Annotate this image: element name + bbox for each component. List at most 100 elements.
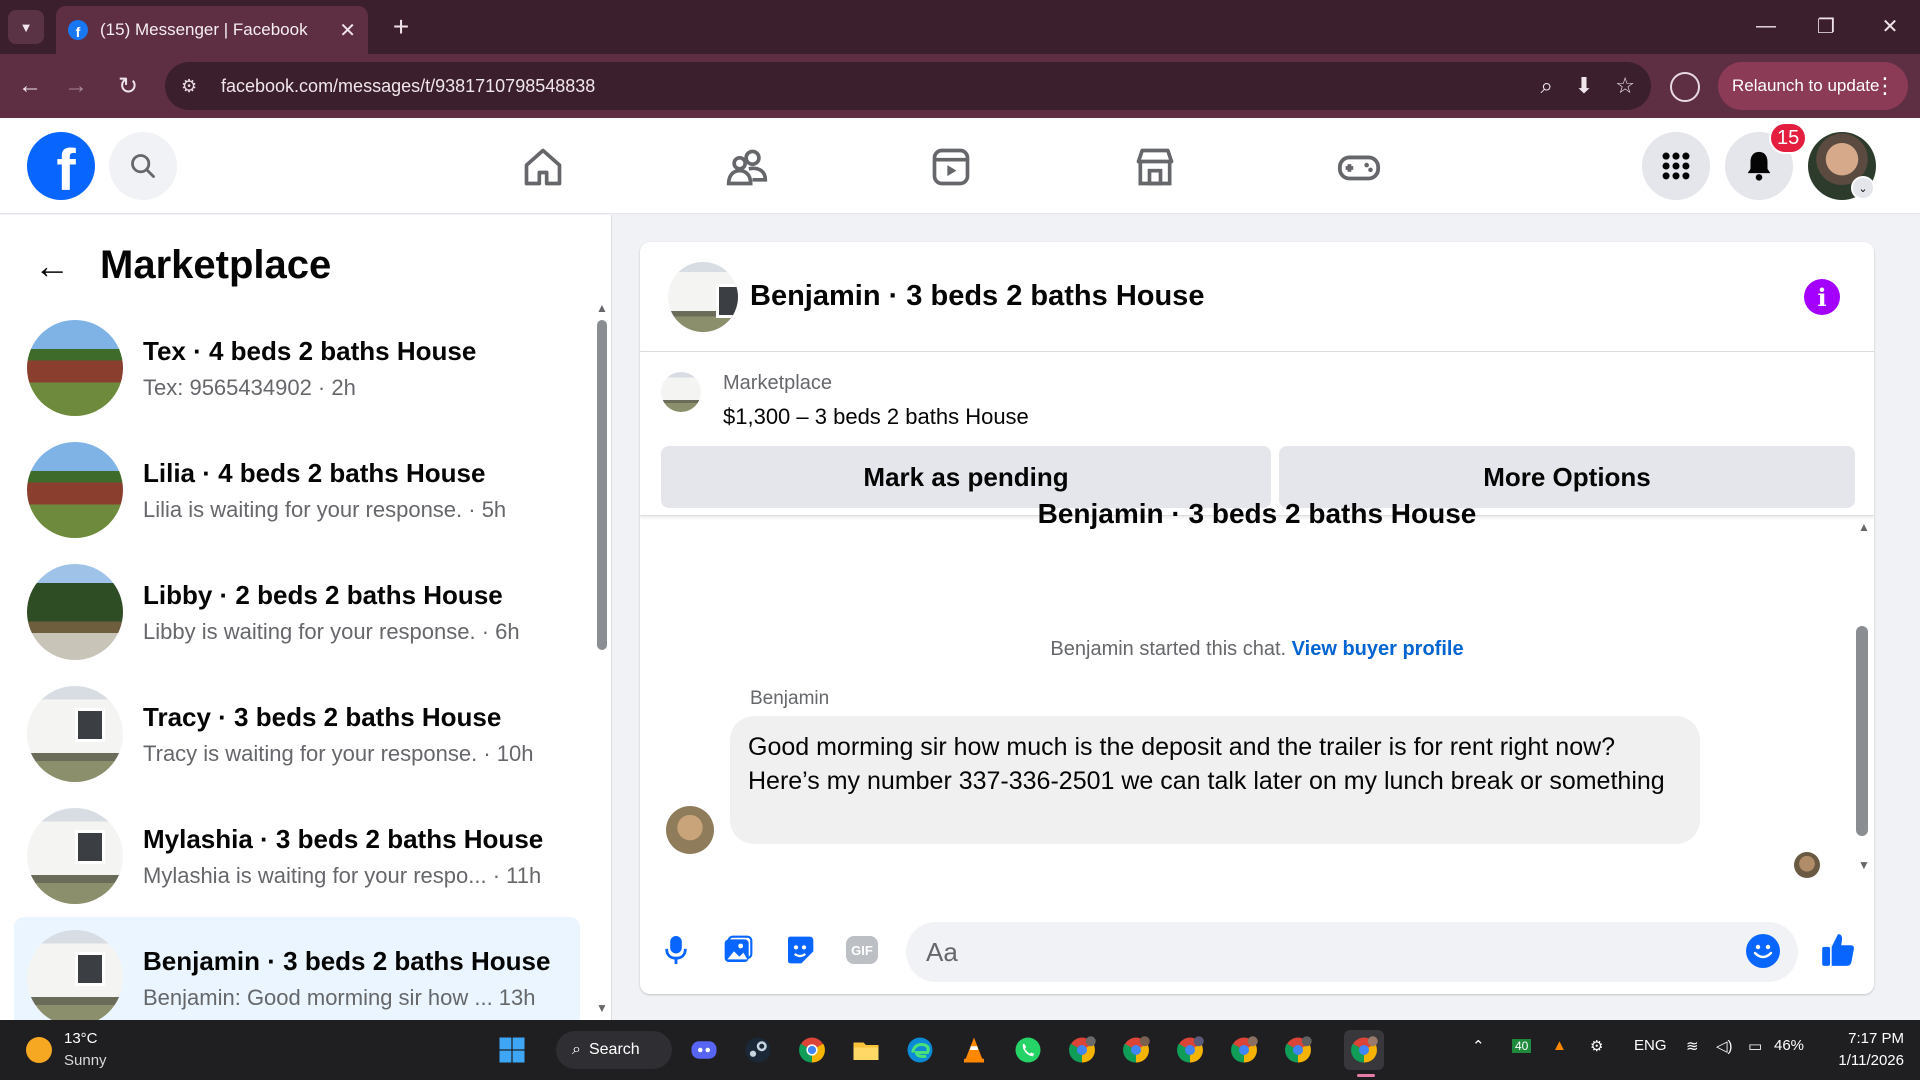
friends-nav-icon[interactable] — [720, 140, 774, 194]
chrome-profile-5-icon[interactable] — [1278, 1030, 1318, 1070]
listing-thumbnail — [27, 808, 123, 904]
browser-menu-icon[interactable]: ⋮ — [1874, 73, 1896, 99]
listing-thumbnail[interactable] — [661, 372, 701, 412]
panel-title: Marketplace — [100, 243, 332, 287]
steam-icon[interactable] — [738, 1030, 778, 1070]
tab-search-dropdown-icon[interactable]: ▼ — [8, 10, 44, 44]
reload-icon[interactable]: ↻ — [110, 68, 146, 104]
conversation-item[interactable]: Mylashia · 3 beds 2 baths House Mylashia… — [14, 795, 580, 917]
home-nav-icon[interactable] — [516, 140, 570, 194]
conversation-item[interactable]: Tex · 4 beds 2 baths House Tex: 95654349… — [14, 307, 580, 429]
conversation-preview: Lilia is waiting for your response. · 5h — [143, 496, 507, 522]
discord-icon[interactable] — [684, 1030, 724, 1070]
battery-icon[interactable]: ▭ — [1748, 1037, 1762, 1055]
restore-icon[interactable]: ❐ — [1796, 8, 1856, 44]
browser-tab-messenger[interactable]: f (15) Messenger | Facebook ✕ — [56, 6, 368, 54]
facebook-logo-icon[interactable]: f — [27, 132, 95, 200]
listing-price[interactable]: $1,300 – 3 beds 2 baths House — [723, 404, 1029, 430]
minimize-icon[interactable]: — — [1736, 8, 1796, 44]
conversation-preview: Benjamin: Good morming sir how ... 13h — [143, 984, 536, 1010]
taskbar-search-button[interactable]: ⌕ Search — [556, 1031, 672, 1069]
tray-app-badge[interactable]: 40 — [1512, 1039, 1532, 1053]
notification-count-badge: 15 — [1769, 122, 1808, 154]
panel-header: ← Marketplace — [34, 243, 331, 288]
vlc-tray-icon[interactable]: ▲ — [1552, 1037, 1567, 1054]
bookmark-star-icon[interactable]: ☆ — [1615, 73, 1635, 99]
conversation-item-active[interactable]: Benjamin · 3 beds 2 baths House Benjamin… — [14, 917, 580, 1020]
listing-thumbnail — [27, 442, 123, 538]
chrome-profile-1-icon[interactable] — [1062, 1030, 1102, 1070]
svg-text:GIF: GIF — [851, 943, 873, 958]
info-icon[interactable]: i — [1804, 279, 1840, 315]
language-indicator[interactable]: ENG — [1634, 1037, 1667, 1054]
marketplace-nav-icon[interactable] — [1128, 140, 1182, 194]
chrome-profile-3-icon[interactable] — [1170, 1030, 1210, 1070]
search-icon — [131, 154, 155, 178]
listing-thumbnail — [27, 564, 123, 660]
weather-temperature[interactable]: 13°C — [64, 1030, 98, 1047]
site-settings-icon[interactable]: ⚙ — [181, 76, 207, 97]
show-hidden-icons-chevron-up-icon[interactable]: ⌃ — [1472, 1037, 1485, 1055]
browser-profile-icon[interactable] — [1670, 72, 1700, 102]
gaming-nav-icon[interactable] — [1332, 140, 1386, 194]
scroll-down-arrow-icon[interactable]: ▼ — [596, 1001, 608, 1015]
zoom-icon[interactable]: ⌕ — [1541, 73, 1553, 99]
menu-grid-button[interactable] — [1642, 132, 1710, 200]
chrome-profile-active-icon[interactable] — [1344, 1030, 1384, 1070]
microphone-icon[interactable] — [656, 930, 696, 970]
chrome-profile-2-icon[interactable] — [1116, 1030, 1156, 1070]
address-bar[interactable]: ⚙ facebook.com/messages/t/93817107985488… — [165, 62, 1651, 110]
conversation-preview: Libby is waiting for your response. · 6h — [143, 618, 520, 644]
view-buyer-profile-link[interactable]: View buyer profile — [1292, 638, 1464, 660]
tab-title: (15) Messenger | Facebook — [100, 20, 308, 39]
marketplace-conversations-panel: ← Marketplace Tex · 4 beds 2 baths House… — [0, 215, 612, 1020]
file-explorer-icon[interactable] — [846, 1030, 886, 1070]
photo-attach-icon[interactable] — [718, 930, 758, 970]
forward-arrow-icon[interactable]: → — [58, 68, 94, 104]
weather-sun-icon[interactable] — [26, 1037, 52, 1063]
message-scrollbar[interactable] — [1856, 626, 1868, 836]
thread-title-partial: Benjamin · 3 beds 2 baths House — [1037, 498, 1477, 529]
chrome-profile-4-icon[interactable] — [1224, 1030, 1264, 1070]
gif-icon[interactable]: GIF — [842, 930, 882, 970]
sender-avatar[interactable] — [666, 806, 714, 854]
account-chevron-down-icon[interactable]: ⌄ — [1851, 176, 1875, 200]
clock-date: 1/11/2026 — [1838, 1052, 1904, 1069]
back-arrow-icon[interactable]: ← — [12, 68, 48, 104]
whatsapp-icon[interactable] — [1008, 1030, 1048, 1070]
conversation-item[interactable]: Tracy · 3 beds 2 baths House Tracy is wa… — [14, 673, 580, 795]
facebook-search-button[interactable] — [109, 132, 177, 200]
new-tab-icon[interactable]: + — [384, 10, 418, 44]
scroll-down-arrow-icon[interactable]: ▼ — [1858, 858, 1870, 872]
volume-icon[interactable]: ◁) — [1716, 1037, 1733, 1055]
search-icon: ⌕ — [572, 1041, 581, 1058]
install-app-icon[interactable]: ⬇ — [1575, 73, 1593, 99]
message-input-container[interactable] — [906, 922, 1798, 982]
battery-percentage[interactable]: 46% — [1774, 1037, 1804, 1054]
conversation-item[interactable]: Libby · 2 beds 2 baths House Libby is wa… — [14, 551, 580, 673]
conversation-item[interactable]: Lilia · 4 beds 2 baths House Lilia is wa… — [14, 429, 580, 551]
tab-close-icon[interactable]: ✕ — [339, 18, 356, 43]
scroll-up-arrow-icon[interactable]: ▲ — [596, 301, 608, 315]
emoji-icon[interactable] — [1746, 934, 1780, 968]
scroll-up-arrow-icon[interactable]: ▲ — [1858, 520, 1870, 534]
back-arrow-icon[interactable]: ← — [34, 245, 70, 287]
window-close-icon[interactable]: ✕ — [1860, 8, 1920, 44]
sticker-icon[interactable] — [780, 930, 820, 970]
chat-listing-avatar[interactable] — [668, 262, 738, 332]
system-clock[interactable]: 7:17 PM 1/11/2026 — [1818, 1028, 1904, 1072]
chrome-icon[interactable] — [792, 1030, 832, 1070]
thumbs-up-like-icon[interactable] — [1818, 930, 1858, 970]
relaunch-to-update-button[interactable]: Relaunch to update ⋮ — [1718, 62, 1908, 110]
conversation-list-scrollbar[interactable] — [597, 320, 607, 650]
wifi-icon[interactable]: ≋ — [1686, 1037, 1699, 1055]
network-settings-icon[interactable]: ⚙ — [1590, 1037, 1603, 1055]
video-nav-icon[interactable] — [924, 140, 978, 194]
chat-title[interactable]: Benjamin · 3 beds 2 baths House — [750, 280, 1204, 313]
message-input[interactable] — [926, 936, 1726, 968]
weather-condition[interactable]: Sunny — [64, 1052, 107, 1069]
windows-start-icon[interactable] — [492, 1030, 532, 1070]
message-bubble[interactable]: Good morming sir how much is the deposit… — [730, 716, 1700, 844]
edge-icon[interactable] — [900, 1030, 940, 1070]
vlc-icon[interactable] — [954, 1030, 994, 1070]
